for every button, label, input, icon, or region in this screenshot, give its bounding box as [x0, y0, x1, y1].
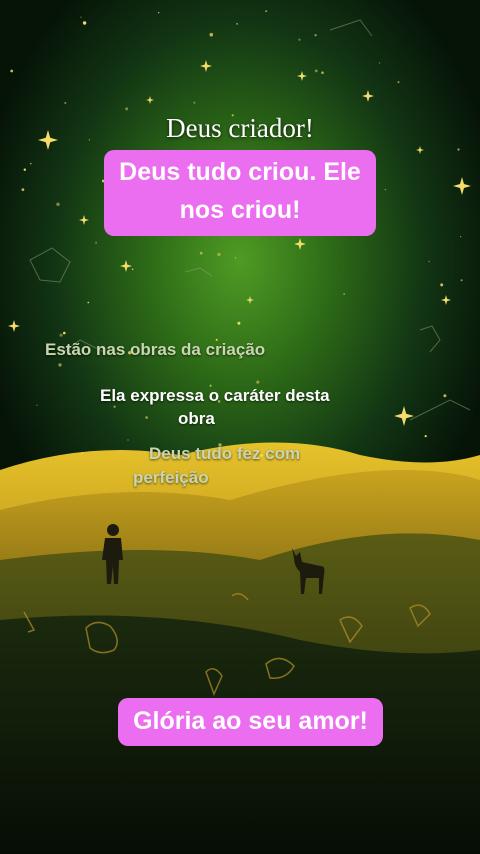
star-dot: [236, 23, 239, 25]
star-dot: [343, 293, 345, 295]
caption-perfection-line-2: perfeição: [133, 468, 209, 487]
star-dot: [59, 333, 63, 337]
highlight-caption-top: Deus tudo criou. Ele nos criou!: [104, 150, 376, 236]
star-dot: [234, 257, 237, 259]
star-dot: [63, 331, 66, 335]
star-dot: [193, 101, 196, 104]
star-dot: [80, 16, 82, 18]
star-dot: [217, 252, 221, 257]
star-dot: [87, 301, 90, 304]
star-dot: [265, 10, 268, 13]
star-dot: [80, 452, 83, 455]
caption-perfection-line-1: Deus tudo fez com: [149, 444, 301, 463]
caption-character-line-2: obra: [178, 409, 215, 428]
star-dot: [199, 251, 203, 255]
caption-creation-works: Estão nas obras da criação: [45, 340, 266, 359]
star-dot: [397, 81, 400, 84]
star-dot: [29, 162, 32, 165]
caption-character: Ela expressa o caráter desta obra: [100, 384, 400, 430]
star-dot: [125, 107, 129, 111]
star-dot: [460, 236, 462, 238]
star-dot: [428, 260, 430, 263]
star-dot: [314, 69, 318, 73]
star-dot: [443, 394, 447, 398]
star-dot: [56, 202, 60, 206]
star-dot: [82, 21, 87, 25]
star-dot: [440, 283, 444, 287]
highlight-caption-bottom: Glória ao seu amor!: [118, 698, 383, 746]
star-dot: [424, 435, 427, 438]
star-dot: [21, 188, 25, 192]
star-dot: [321, 71, 324, 74]
star-dot: [131, 268, 134, 271]
caption-perfection: Deus tudo fez com perfeição: [133, 442, 393, 490]
star-dot: [95, 241, 98, 244]
star-dot: [10, 69, 14, 73]
title: Deus criador!: [166, 113, 314, 143]
star-dot: [158, 12, 160, 14]
star-dot: [298, 38, 301, 41]
star-dot: [58, 363, 62, 367]
star-dot: [127, 439, 129, 441]
star-dot: [23, 168, 26, 171]
caption-character-line-1: Ela expressa o caráter desta: [100, 386, 330, 405]
star-dot: [384, 188, 386, 191]
star-dot: [237, 321, 241, 325]
star-dot: [209, 32, 214, 37]
star-dot: [314, 34, 317, 37]
star-dot: [64, 101, 67, 105]
star-dot: [460, 279, 463, 282]
star-dot: [36, 404, 38, 406]
star-dot: [378, 62, 381, 64]
video-frame: Deus criador! Deus tudo criou. Ele nos c…: [0, 0, 480, 854]
star-dot: [457, 148, 460, 151]
